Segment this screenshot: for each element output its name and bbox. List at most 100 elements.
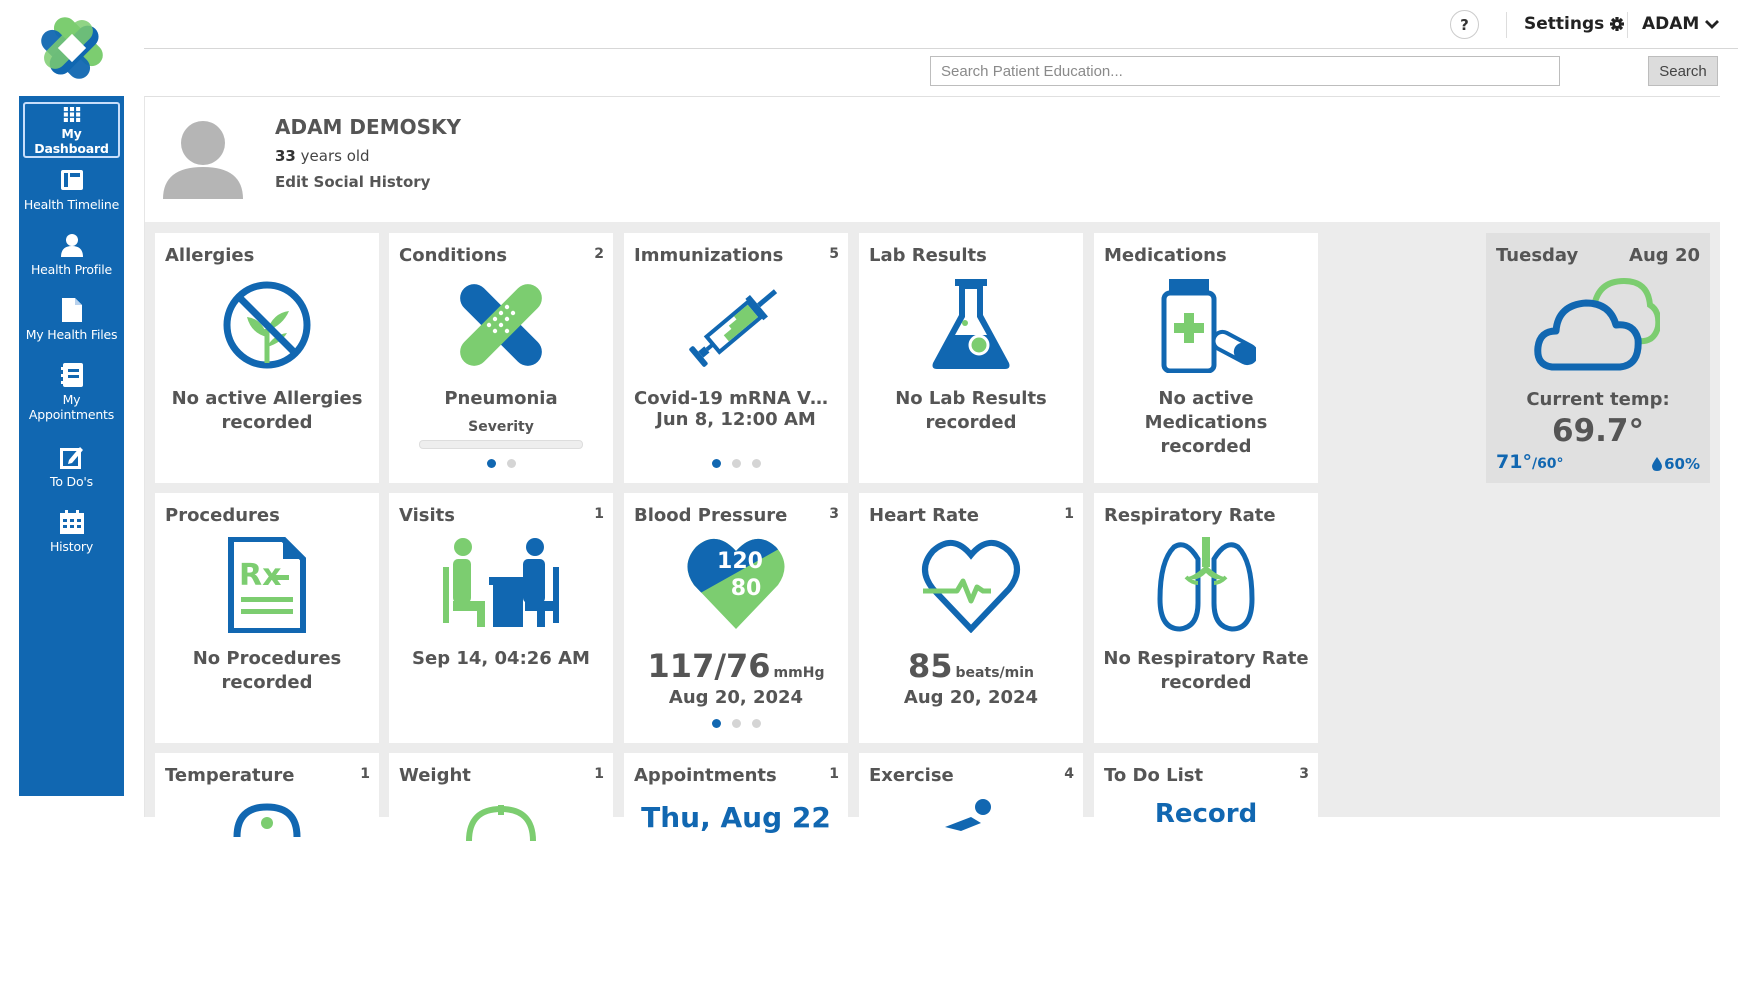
carousel-dot[interactable]: [711, 459, 721, 468]
card-message: Pneumonia: [444, 388, 558, 409]
heart-rate-unit: beats/min: [955, 665, 1034, 681]
weather-widget: Tuesday Aug 20 Current temp: 69.7° 71°/6…: [1486, 233, 1710, 483]
card-heart-rate[interactable]: Heart Rate 1 85 beats/min Aug 20, 2024: [859, 493, 1083, 743]
card-date: Aug 20, 2024: [903, 687, 1039, 708]
bp-unit: mmHg: [773, 665, 825, 681]
doctor-visit-icon: [443, 538, 559, 627]
card-immunizations[interactable]: Immunizations 5 Covid-19 mRNA Vaccin... …: [624, 233, 848, 483]
sidebar-item-label: My Health Files: [25, 327, 118, 342]
sidebar-item-my-appointments[interactable]: My Appointments: [19, 353, 124, 435]
card-message: No Procedures recorded: [192, 648, 342, 693]
heart-rate-value: 85: [908, 647, 953, 685]
card-allergies[interactable]: Allergies No active Allergies recorded: [155, 233, 379, 483]
divider: [1506, 12, 1507, 38]
file-icon: [61, 298, 82, 322]
card-title: Heart Rate: [869, 505, 979, 526]
user-name-label: ADAM: [1642, 14, 1700, 34]
avatar-placeholder-icon: [163, 121, 243, 199]
divider: [1627, 12, 1628, 38]
sidebar-item-history[interactable]: History: [19, 500, 124, 565]
carousel-dot[interactable]: [711, 719, 721, 728]
syringe-icon: [689, 289, 778, 367]
card-procedures[interactable]: Procedures Rx No Procedures recorded: [155, 493, 379, 743]
scale-icon: [466, 805, 536, 842]
edit-social-history-link[interactable]: Edit Social History: [275, 173, 430, 191]
sidebar-item-label: History: [49, 539, 94, 554]
sidebar-item-my-health-files[interactable]: My Health Files: [19, 288, 124, 353]
card-title: Blood Pressure: [634, 505, 788, 526]
card-count: 3: [829, 506, 839, 522]
sidebar-item-my-dashboard[interactable]: My Dashboard: [23, 102, 120, 158]
bandage-icon: [460, 284, 542, 366]
sidebar-item-health-timeline[interactable]: Health Timeline: [19, 158, 124, 223]
low-temp: /60°: [1531, 456, 1564, 472]
dashboard-main: ADAM DEMOSKY 33 years old Edit Social Hi…: [144, 96, 1721, 1003]
thermometer-icon: [233, 803, 301, 838]
carousel-dot[interactable]: [751, 459, 761, 468]
medication-bottle-icon: [1161, 279, 1256, 373]
search-input[interactable]: [930, 56, 1560, 86]
card-respiratory-rate[interactable]: Respiratory Rate No Respiratory Rate rec…: [1094, 493, 1318, 743]
card-count: 1: [360, 766, 370, 782]
app-logo: [41, 17, 103, 79]
appointment-preview: Thu, Aug 22: [641, 801, 831, 834]
card-count: 1: [594, 506, 604, 522]
exercise-icon: [945, 799, 991, 831]
timeline-icon: [60, 170, 83, 190]
appointment-book-icon: [60, 363, 83, 387]
card-blood-pressure[interactable]: Blood Pressure 3 120 80 117/76 mmHg Aug 2…: [624, 493, 848, 743]
bp-reading: 117/76 mmHg: [624, 647, 848, 685]
card-lab-results[interactable]: Lab Results No Lab Results recorded: [859, 233, 1083, 483]
user-menu[interactable]: ADAM: [1642, 14, 1720, 34]
card-title: Appointments: [634, 765, 777, 786]
card-count: 1: [594, 766, 604, 782]
card-message: No Respiratory Rate recorded: [1103, 648, 1309, 693]
card-title: Exercise: [869, 765, 954, 786]
card-title: To Do List: [1104, 765, 1204, 786]
weather-date: Aug 20: [1629, 245, 1700, 266]
sidebar-nav: My Dashboard Health Timeline Health Prof…: [19, 96, 124, 796]
high-temp: 71°: [1496, 451, 1532, 473]
card-appointments[interactable]: Appointments 1 Thu, Aug 22: [624, 753, 848, 1003]
water-drop-icon: [1652, 457, 1663, 471]
sidebar-item-health-profile[interactable]: Health Profile: [19, 223, 124, 288]
card-weight[interactable]: Weight 1: [389, 753, 613, 1003]
card-temperature[interactable]: Temperature 1: [155, 753, 379, 1003]
current-temp-value: 69.7°: [1552, 413, 1644, 449]
card-count: 2: [594, 246, 604, 262]
humidity-value: 60%: [1664, 455, 1700, 473]
card-title: Medications: [1104, 245, 1227, 266]
card-todo-list[interactable]: To Do List 3 Record: [1094, 753, 1318, 1003]
card-title: Weight: [399, 765, 471, 786]
card-date: Jun 8, 12:00 AM: [656, 409, 816, 430]
age-value: 33: [275, 147, 296, 165]
carousel-dot[interactable]: [751, 719, 761, 728]
sidebar-item-label: My Appointments: [28, 392, 115, 422]
settings-button[interactable]: Settings: [1524, 14, 1625, 34]
card-title: Lab Results: [869, 245, 987, 266]
card-exercise[interactable]: Exercise 4: [859, 753, 1083, 1003]
bp-value: 117/76: [647, 647, 771, 685]
card-conditions[interactable]: Conditions 2 Pneumonia Severity: [389, 233, 613, 483]
heart-rate-reading: 85 beats/min: [859, 647, 1083, 685]
flask-icon: [932, 279, 1010, 369]
heart-blood-pressure-icon: 120 80: [687, 538, 785, 629]
sidebar-item-to-dos[interactable]: To Do's: [19, 435, 124, 500]
card-title: Temperature: [165, 765, 295, 786]
card-title: Allergies: [165, 245, 255, 266]
todo-preview: Record: [1154, 799, 1258, 829]
card-count: 1: [1064, 506, 1074, 522]
no-allergy-plant-icon: [223, 281, 311, 369]
card-medications[interactable]: Medications No active Medications record…: [1094, 233, 1318, 483]
humidity: 60%: [1652, 455, 1700, 473]
card-visits[interactable]: Visits 1 Sep 14, 04:26 AM: [389, 493, 613, 743]
diastolic-label: 80: [731, 576, 762, 601]
carousel-dot[interactable]: [731, 719, 741, 728]
carousel-dot[interactable]: [506, 459, 516, 468]
carousel-dot[interactable]: [731, 459, 741, 468]
help-button[interactable]: ?: [1450, 10, 1479, 39]
person-icon: [60, 234, 83, 257]
carousel-dot[interactable]: [486, 459, 496, 468]
settings-label: Settings: [1524, 14, 1605, 34]
search-button[interactable]: Search: [1648, 56, 1718, 86]
